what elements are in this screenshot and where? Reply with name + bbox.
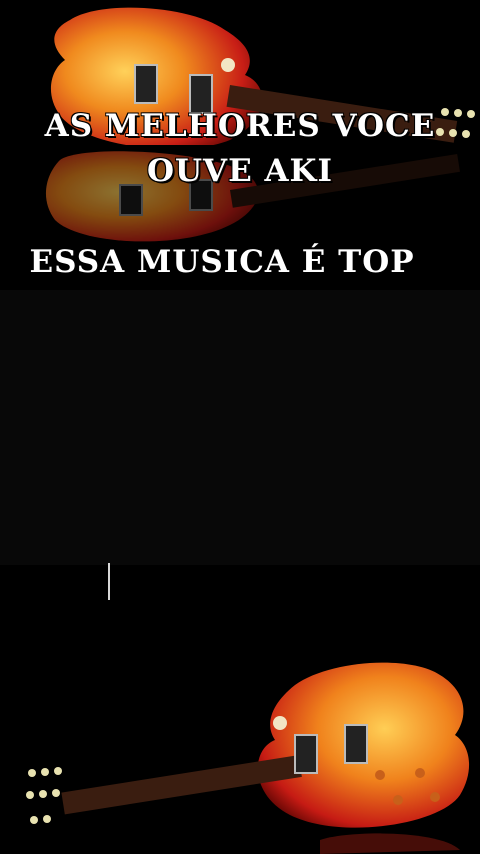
overlay-line-2: OUVE AKI <box>146 153 333 189</box>
overlay-line-1: AS MELHORES VOCE <box>44 108 436 144</box>
video-frame: AS MELHORES VOCE OUVE AKI ESSA MUSICA É … <box>0 0 480 854</box>
text-cursor <box>108 563 110 600</box>
overlay-line-3: ESSA MUSICA É TOP <box>29 244 415 280</box>
electric-guitar-icon <box>26 662 470 854</box>
dark-video-band <box>0 290 480 565</box>
